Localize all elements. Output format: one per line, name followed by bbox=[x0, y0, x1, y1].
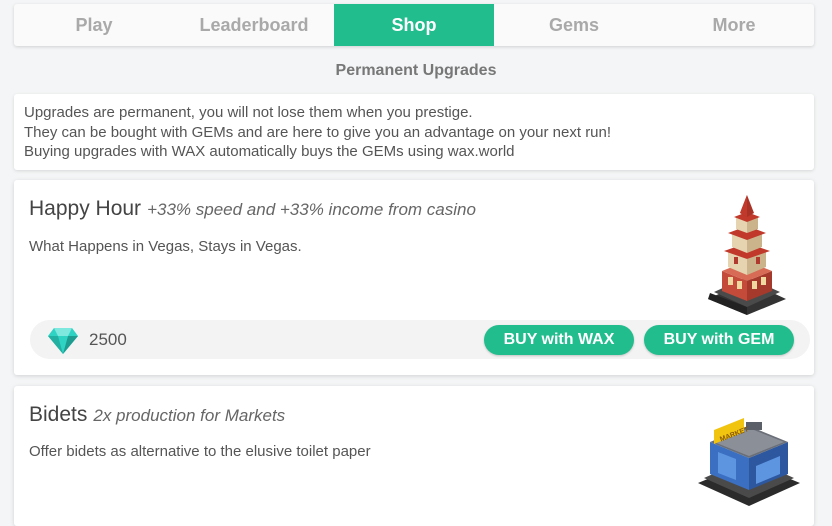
section-title: Permanent Upgrades bbox=[335, 62, 497, 79]
buy-with-wax-button[interactable]: BUY with WAX bbox=[484, 325, 634, 355]
upgrade-subtitle: +33% speed and +33% income from casino bbox=[147, 200, 476, 219]
market-building-icon: MARKET bbox=[698, 418, 800, 506]
info-line: Buying upgrades with WAX automatically b… bbox=[24, 143, 515, 160]
upgrade-title: Happy Hour bbox=[29, 197, 142, 220]
tab-gems[interactable]: Gems bbox=[494, 4, 654, 46]
main-tabs: Play Leaderboard Shop Gems More bbox=[14, 4, 814, 46]
price-bar: 2500 BUY with WAX BUY with GEM bbox=[30, 320, 810, 359]
upgrade-title: Bidets bbox=[29, 403, 88, 426]
casino-tower-icon bbox=[708, 195, 786, 315]
info-box: Upgrades are permanent, you will not los… bbox=[14, 94, 814, 170]
upgrade-header: Bidets 2x production for Markets bbox=[29, 403, 285, 427]
info-line: They can be bought with GEMs and are her… bbox=[24, 123, 612, 141]
gem-icon bbox=[48, 328, 78, 354]
tab-play[interactable]: Play bbox=[14, 4, 174, 46]
tab-leaderboard[interactable]: Leaderboard bbox=[174, 4, 334, 46]
buy-with-gem-button[interactable]: BUY with GEM bbox=[644, 325, 794, 355]
price-value: 2500 bbox=[89, 330, 127, 349]
tab-more[interactable]: More bbox=[654, 4, 814, 46]
upgrade-header: Happy Hour +33% speed and +33% income fro… bbox=[29, 197, 476, 221]
info-line: Upgrades are permanent, you will not los… bbox=[24, 104, 473, 121]
upgrade-description: What Happens in Vegas, Stays in Vegas. bbox=[29, 238, 302, 255]
upgrade-subtitle: 2x production for Markets bbox=[93, 406, 286, 425]
upgrade-description: Offer bidets as alternative to the elusi… bbox=[29, 443, 371, 460]
tab-shop[interactable]: Shop bbox=[334, 4, 494, 46]
